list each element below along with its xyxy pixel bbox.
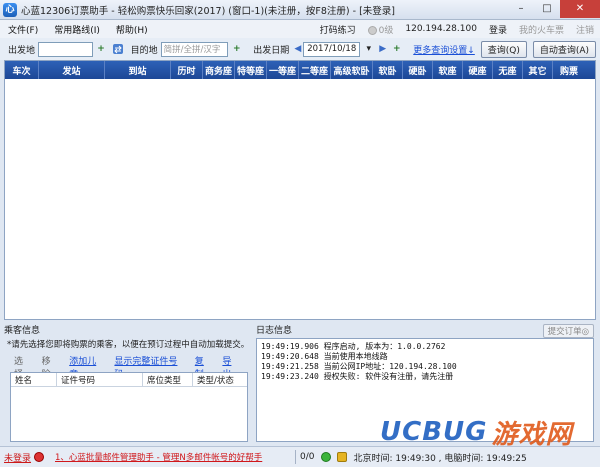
- calendar-dropdown-icon[interactable]: ▾: [362, 42, 375, 56]
- col-business[interactable]: 商务座: [203, 61, 235, 79]
- col-soft-sleeper[interactable]: 软卧: [373, 61, 403, 79]
- date-label: 出发日期: [253, 45, 290, 56]
- date-add-icon[interactable]: +: [390, 42, 403, 56]
- col-soft-seat[interactable]: 软座: [433, 61, 463, 79]
- col-from[interactable]: 发站: [39, 61, 105, 79]
- col-deluxe-sleeper[interactable]: 高级软卧: [331, 61, 373, 79]
- site-watermark-logo: UCBUG 游戏网: [380, 410, 598, 454]
- my-tickets-link[interactable]: 我的火车票: [519, 23, 564, 36]
- close-button[interactable]: ✕: [560, 0, 600, 18]
- level-text: 0级: [378, 25, 394, 36]
- col-train-no[interactable]: 车次: [5, 61, 39, 79]
- menu-right-group: 打码练习 0级 120.194.28.100 登录 我的火车票 注销: [314, 20, 600, 38]
- maximize-button[interactable]: □: [534, 0, 560, 18]
- login-status-link[interactable]: 未登录: [4, 451, 31, 464]
- status-divider: [295, 450, 297, 464]
- col-second[interactable]: 二等座: [299, 61, 331, 79]
- from-input[interactable]: [38, 41, 93, 57]
- col-id-number[interactable]: 证件号码: [57, 373, 143, 386]
- menu-help[interactable]: 帮助(H): [108, 23, 156, 36]
- train-table-header: 车次 发站 到站 历时 商务座 特等座 一等座 二等座 高级软卧 软卧 硬卧 软…: [5, 61, 595, 79]
- passenger-panel: 乘客信息 *请先选择您即将购票的乘客，以便在预订过程中自动加载提交。 选择 移除…: [4, 322, 250, 444]
- submit-order-button[interactable]: 提交订单◎: [542, 324, 594, 338]
- to-add-icon[interactable]: +: [230, 42, 243, 56]
- log-line: 19:49:21.258 当前公网IP地址：120.194.28.100: [261, 362, 457, 371]
- add-icon[interactable]: +: [95, 42, 108, 56]
- menu-bar: 文件(F) 常用路线(I) 帮助(H) 打码练习 0级 120.194.28.1…: [0, 20, 600, 38]
- passenger-hint: *请先选择您即将购票的乘客，以便在预订过程中自动加载提交。: [7, 340, 250, 350]
- col-to[interactable]: 到站: [105, 61, 171, 79]
- more-settings-link[interactable]: 更多查询设置↓: [413, 43, 475, 56]
- date-input[interactable]: 2017/10/18: [303, 41, 361, 57]
- watermark-brand: UCBUG: [380, 417, 488, 447]
- title-bar: 心 心蓝12306订票助手 - 轻松购票快乐回家(2017) (窗口-1)(未注…: [0, 0, 600, 20]
- log-line: 19:49:19.906 程序启动, 版本为：1.0.0.2762: [261, 342, 446, 351]
- network-status-icon: [320, 452, 331, 462]
- col-no-seat[interactable]: 无座: [493, 61, 523, 79]
- ad-marquee-link[interactable]: 1、心蓝批量邮件管理助手 - 管理N多邮件帐号的好帮手: [55, 451, 291, 463]
- level-indicator: 0级: [367, 23, 394, 36]
- log-line: 19:49:20.648 当前使用本地线路: [261, 352, 388, 361]
- train-table: 车次 发站 到站 历时 商务座 特等座 一等座 二等座 高级软卧 软卧 硬卧 软…: [4, 60, 596, 320]
- to-label: 目的地: [130, 45, 158, 56]
- col-seat-type[interactable]: 席位类型: [143, 373, 193, 386]
- prev-date-icon[interactable]: ◀: [294, 44, 301, 54]
- search-toolbar: 出发地 + 目的地 简拼/全拼/汉字 + 出发日期 ◀ 2017/10/18 ▾…: [0, 38, 600, 60]
- menu-file[interactable]: 文件(F): [0, 23, 46, 36]
- col-duration[interactable]: 历时: [171, 61, 203, 79]
- passenger-table: 姓名 证件号码 席位类型 类型/状态: [10, 372, 248, 442]
- passenger-table-header: 姓名 证件号码 席位类型 类型/状态: [11, 373, 247, 387]
- col-other[interactable]: 其它: [523, 61, 553, 79]
- passenger-title: 乘客信息: [4, 325, 41, 336]
- level-icon: [367, 25, 377, 35]
- next-date-icon[interactable]: ▶: [379, 44, 386, 54]
- col-type-status[interactable]: 类型/状态: [193, 373, 247, 386]
- from-label: 出发地: [8, 45, 36, 56]
- logout-link[interactable]: 注销: [576, 23, 594, 36]
- query-button[interactable]: 查询(Q): [480, 40, 527, 58]
- log-line: 19:49:23.240 授权失败: 软件没有注册，请先注册: [261, 372, 454, 381]
- window-controls: – □ ✕: [508, 0, 600, 20]
- practice-link[interactable]: 打码练习: [320, 23, 356, 36]
- ip-address: 120.194.28.100: [405, 24, 477, 34]
- minimize-button[interactable]: –: [508, 0, 534, 18]
- col-hard-seat[interactable]: 硬座: [463, 61, 493, 79]
- notice-icon: [336, 452, 347, 462]
- login-link[interactable]: 登录: [489, 23, 507, 36]
- auto-query-button[interactable]: 自动查询(A): [532, 40, 597, 58]
- col-hard-sleeper[interactable]: 硬卧: [403, 61, 433, 79]
- col-name[interactable]: 姓名: [11, 373, 57, 386]
- swap-icon[interactable]: [112, 42, 125, 56]
- col-buy[interactable]: 购票: [553, 61, 585, 79]
- window-title: 心蓝12306订票助手 - 轻松购票快乐回家(2017) (窗口-1)(未注册，…: [21, 5, 395, 17]
- app-icon: 心: [3, 2, 17, 17]
- order-count: 0/0: [300, 452, 315, 462]
- col-special[interactable]: 特等座: [235, 61, 267, 79]
- to-input[interactable]: 简拼/全拼/汉字: [160, 41, 229, 57]
- offline-status-icon: [34, 452, 45, 462]
- menu-routes[interactable]: 常用路线(I): [46, 23, 108, 36]
- col-first[interactable]: 一等座: [267, 61, 299, 79]
- watermark-suffix: 游戏网: [491, 419, 573, 450]
